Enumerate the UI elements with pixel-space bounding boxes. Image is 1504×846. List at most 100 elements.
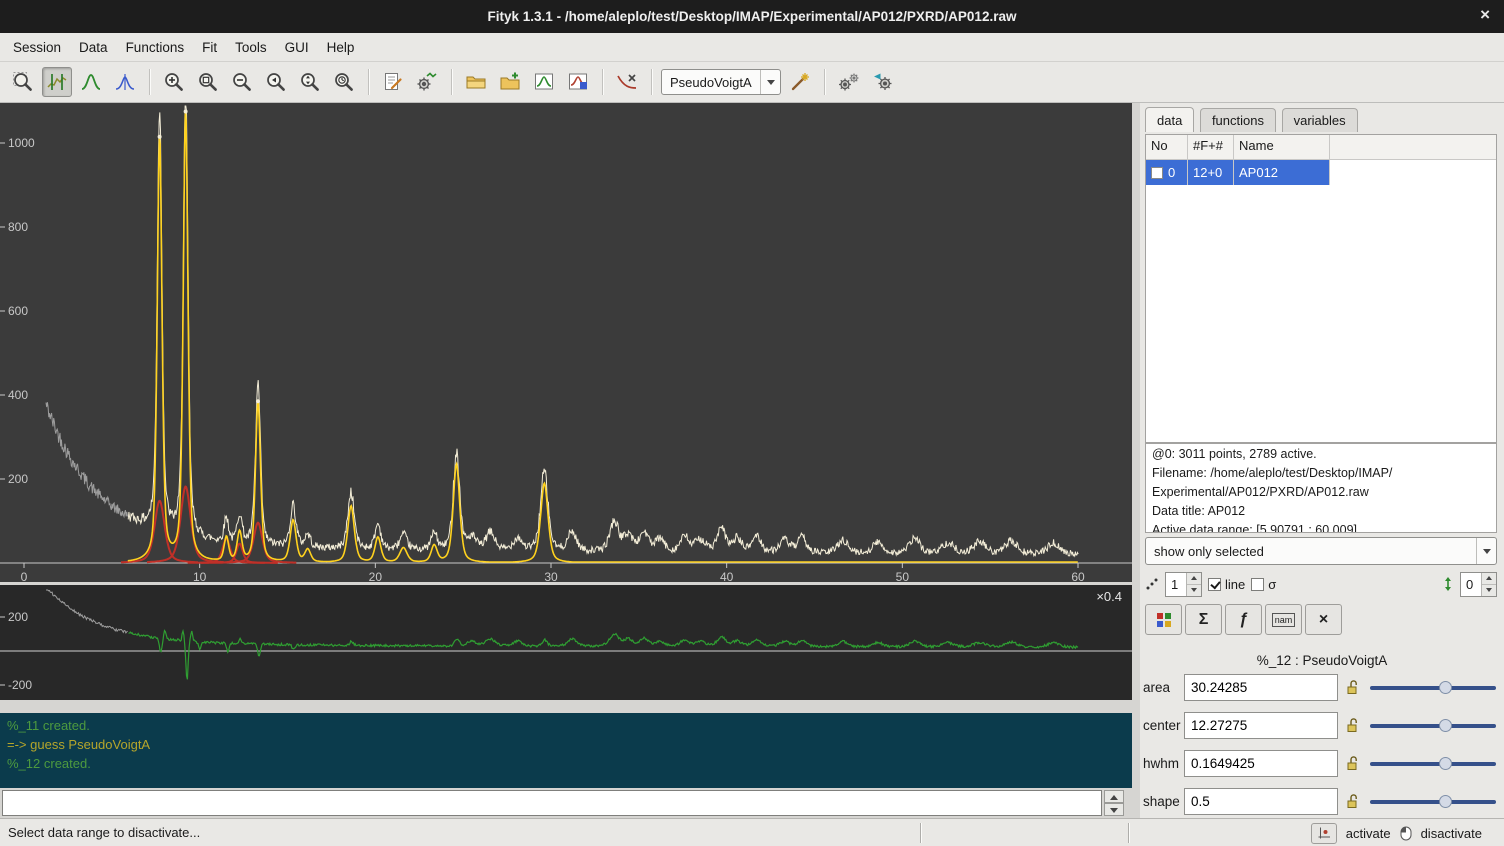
undo-fit-button[interactable] (868, 67, 898, 97)
save-image-button[interactable] (563, 67, 593, 97)
tab-functions[interactable]: functions (1200, 108, 1276, 132)
data-transform-button[interactable] (412, 67, 442, 97)
slider-thumb[interactable] (1439, 757, 1452, 770)
mouse-hint-button[interactable] (1311, 823, 1337, 844)
functions-draw-button[interactable]: ƒ (1225, 604, 1262, 635)
command-history-spinner[interactable] (1104, 790, 1124, 816)
strip-background-icon (616, 71, 638, 93)
menu-item-gui[interactable]: GUI (276, 35, 318, 60)
colors-button[interactable] (1145, 604, 1182, 635)
history-up-button[interactable] (1104, 790, 1124, 803)
mouse-mode-hints: activate disactivate (1311, 821, 1482, 845)
param-center-input[interactable] (1184, 712, 1338, 739)
grid-header-f: #F+# (1188, 135, 1234, 159)
param-hwhm-slider[interactable] (1370, 755, 1496, 773)
param-center-slider[interactable] (1370, 717, 1496, 735)
slider-thumb[interactable] (1439, 795, 1452, 808)
names-button[interactable]: nam (1265, 604, 1302, 635)
sigma-checkbox[interactable]: σ (1251, 577, 1276, 592)
dataset-fcount: 12+0 (1188, 160, 1234, 185)
console-splitter[interactable] (0, 700, 1132, 713)
dataset-row[interactable]: 0 12+0 AP012 (1146, 160, 1496, 185)
export-data-button[interactable] (529, 67, 559, 97)
svg-text:×0.4: ×0.4 (1096, 589, 1122, 604)
line-checkbox-box[interactable] (1208, 578, 1221, 591)
menu-item-functions[interactable]: Functions (117, 35, 194, 60)
spin-up-button[interactable] (1187, 573, 1201, 585)
edit-script-button[interactable] (378, 67, 408, 97)
zoom-rect-mode-button[interactable] (8, 67, 38, 97)
svg-text:20: 20 (369, 570, 383, 582)
auxiliary-plot-canvas[interactable]: 200-200×0.4 (0, 585, 1132, 700)
menu-item-tools[interactable]: Tools (226, 35, 276, 60)
dropdown-arrow-icon[interactable] (760, 70, 780, 94)
spin-up-button[interactable] (1482, 573, 1496, 585)
lock-icon[interactable] (1346, 717, 1359, 736)
function-type-dropdown[interactable]: PseudoVoigtA (661, 69, 781, 95)
open-data-append-button[interactable] (495, 67, 525, 97)
point-size-spinner[interactable]: 1 (1165, 572, 1202, 597)
param-shape-slider[interactable] (1370, 793, 1496, 811)
save-image-icon (567, 71, 589, 93)
param-shape-input[interactable] (1184, 788, 1338, 815)
dataset-visibility-checkbox[interactable] (1151, 167, 1163, 179)
toolbar-separator (602, 69, 603, 95)
zoom-out-button[interactable] (227, 67, 257, 97)
lock-icon[interactable] (1346, 679, 1359, 698)
spin-down-button[interactable] (1187, 585, 1201, 596)
close-window-icon[interactable]: × (1480, 5, 1490, 25)
param-row-shape: shape (1140, 788, 1504, 816)
menu-item-session[interactable]: Session (4, 35, 70, 60)
auxiliary-plot[interactable]: 200-200×0.4 (0, 585, 1132, 700)
history-down-button[interactable] (1104, 803, 1124, 816)
menu-item-help[interactable]: Help (318, 35, 364, 60)
slider-thumb[interactable] (1439, 719, 1452, 732)
lock-icon[interactable] (1346, 755, 1359, 774)
tab-variables[interactable]: variables (1282, 108, 1358, 132)
zoom-in-button[interactable] (159, 67, 189, 97)
data-filter-dropdown[interactable]: show only selected (1145, 537, 1497, 565)
svg-text:200: 200 (8, 472, 28, 486)
tab-data[interactable]: data (1145, 107, 1194, 132)
run-fit-button[interactable] (834, 67, 864, 97)
delete-button[interactable]: × (1305, 604, 1342, 635)
add-function-mode-button[interactable] (110, 67, 140, 97)
svg-text:1000: 1000 (8, 136, 35, 150)
svg-text:30: 30 (544, 570, 558, 582)
toolbar-separator (368, 69, 369, 95)
undo-fit-icon (872, 71, 894, 93)
menu-item-data[interactable]: Data (70, 35, 117, 60)
strip-background-button[interactable] (612, 67, 642, 97)
zoom-vertical-button[interactable] (295, 67, 325, 97)
spin-down-button[interactable] (1482, 585, 1496, 596)
zoom-previous-button[interactable] (261, 67, 291, 97)
open-data-button[interactable] (461, 67, 491, 97)
zoom-all-button[interactable] (193, 67, 223, 97)
main-plot-canvas[interactable]: 01020304050602004006008001000 (0, 103, 1132, 582)
sum-button[interactable]: Σ (1185, 604, 1222, 635)
param-area-input[interactable] (1184, 674, 1338, 701)
slider-thumb[interactable] (1439, 681, 1452, 694)
param-area-slider[interactable] (1370, 679, 1496, 697)
zoom-history-button[interactable] (329, 67, 359, 97)
command-input[interactable] (2, 790, 1102, 816)
status-bar: Select data range to disactivate... acti… (0, 818, 1504, 846)
menu-item-fit[interactable]: Fit (193, 35, 226, 60)
zoom-in-icon (163, 71, 185, 93)
data-range-mode-button[interactable] (42, 67, 72, 97)
main-plot[interactable]: 01020304050602004006008001000 (0, 103, 1132, 582)
sidebar-splitter[interactable] (1132, 103, 1140, 818)
line-checkbox-label: line (1225, 577, 1245, 592)
param-hwhm-input[interactable] (1184, 750, 1338, 777)
dropdown-arrow-icon[interactable] (1476, 538, 1496, 564)
lock-icon[interactable] (1346, 793, 1359, 812)
auto-add-peak-button[interactable] (785, 67, 815, 97)
shift-spinner[interactable]: 0 (1460, 572, 1497, 597)
sigma-checkbox-box[interactable] (1251, 578, 1264, 591)
line-checkbox[interactable]: line (1208, 577, 1245, 592)
svg-text:40: 40 (720, 570, 734, 582)
add-peak-mode-button[interactable] (76, 67, 106, 97)
activate-label: activate (1346, 826, 1391, 841)
toolbar-separator (824, 69, 825, 95)
statusbar-divider (1128, 823, 1129, 843)
